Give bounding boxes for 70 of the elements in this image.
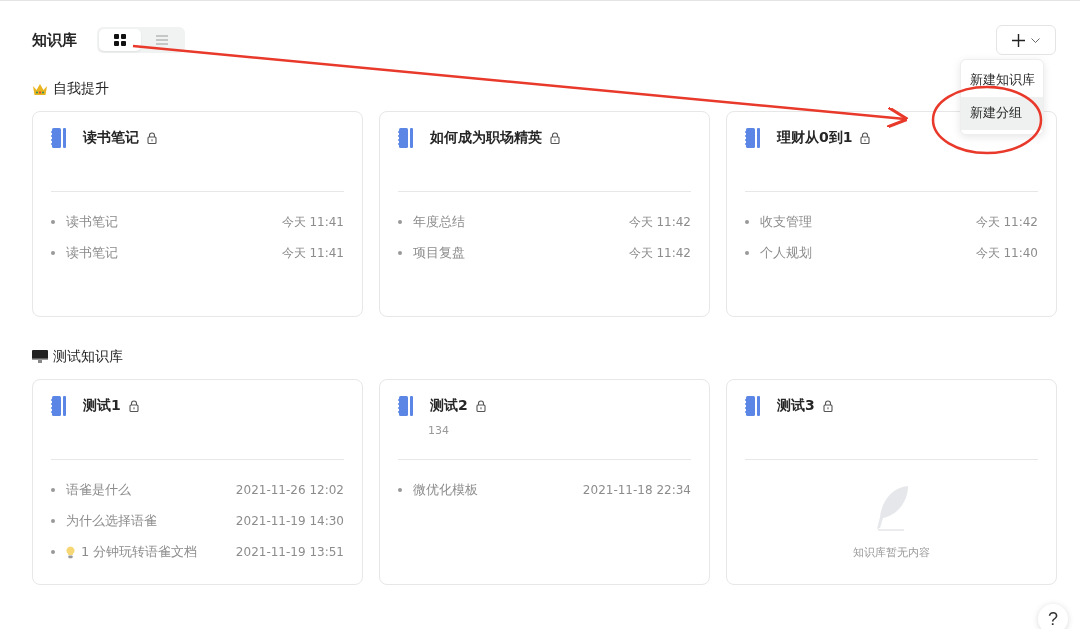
- monitor-icon: [32, 350, 48, 364]
- grid-icon: [114, 34, 126, 46]
- book-icon: [51, 128, 67, 148]
- card-title: 测试3: [777, 397, 815, 415]
- book-icon: [745, 128, 761, 148]
- document-time: 今天 11:42: [628, 244, 691, 262]
- add-button[interactable]: [996, 25, 1056, 55]
- lock-icon: [128, 400, 139, 412]
- knowledge-base-card[interactable]: 测试1 语雀是什么 2021-11-26 12:02 为什么选择语雀 2021-11-19 14:30 1 分钟玩转语雀文档 2021-11-19 13:51: [32, 379, 363, 585]
- view-toggle-button[interactable]: [99, 29, 141, 51]
- bullet-icon: [745, 251, 749, 255]
- document-time: 今天 11:41: [281, 213, 344, 231]
- group-title: 测试知识库: [53, 348, 123, 366]
- bullet-icon: [398, 488, 402, 492]
- document-link[interactable]: 个人规划: [760, 244, 812, 262]
- book-icon: [398, 128, 414, 148]
- document-link[interactable]: 读书笔记: [66, 244, 118, 262]
- lightbulb-icon: [66, 545, 75, 559]
- document-time: 2021-11-19 13:51: [235, 545, 344, 559]
- document-time: 2021-11-18 22:34: [582, 483, 691, 497]
- help-button[interactable]: ?: [1038, 604, 1068, 629]
- document-link[interactable]: 读书笔记: [66, 213, 118, 231]
- menu-item[interactable]: 新建知识库: [961, 64, 1043, 97]
- bullet-icon: [51, 488, 55, 492]
- bullet-icon: [398, 220, 402, 224]
- page-title: 知识库: [32, 30, 77, 50]
- book-icon: [398, 396, 414, 416]
- lock-icon: [475, 400, 486, 412]
- card-title: 理财从0到1: [777, 129, 853, 147]
- document-link[interactable]: 收支管理: [760, 213, 812, 231]
- lock-icon: [550, 132, 560, 144]
- document-link[interactable]: 年度总结: [413, 213, 465, 231]
- card-title: 测试1: [83, 397, 121, 415]
- book-icon: [745, 396, 761, 416]
- document-time: 2021-11-19 14:30: [235, 514, 344, 528]
- chevron-down-icon: [1031, 37, 1040, 43]
- document-time: 今天 11:42: [975, 213, 1038, 231]
- document-time: 2021-11-26 12:02: [235, 483, 344, 497]
- list-icon: [156, 35, 168, 45]
- empty-state-text: 知识库暂无内容: [853, 544, 930, 560]
- document-time: 今天 11:40: [975, 244, 1038, 262]
- lock-icon: [860, 132, 871, 144]
- document-link[interactable]: 为什么选择语雀: [66, 512, 157, 530]
- knowledge-base-card[interactable]: 读书笔记 读书笔记 今天 11:41 读书笔记 今天 11:41: [32, 111, 363, 317]
- plus-icon: [1012, 33, 1025, 47]
- document-link[interactable]: 微优化模板: [413, 481, 478, 499]
- document-link[interactable]: 1 分钟玩转语雀文档: [81, 543, 198, 561]
- bullet-icon: [398, 251, 402, 255]
- card-title: 读书笔记: [83, 129, 139, 147]
- document-time: 今天 11:42: [628, 213, 691, 231]
- bullet-icon: [51, 519, 55, 523]
- bullet-icon: [51, 220, 55, 224]
- document-link[interactable]: 项目复盘: [413, 244, 465, 262]
- knowledge-base-card[interactable]: 测试2 134 微优化模板 2021-11-18 22:34: [379, 379, 710, 585]
- group-title: 自我提升: [53, 80, 109, 98]
- bullet-icon: [745, 220, 749, 224]
- card-title: 测试2: [430, 397, 468, 415]
- document-time: 今天 11:41: [281, 244, 344, 262]
- knowledge-base-card[interactable]: 测试3 知识库暂无内容: [726, 379, 1057, 585]
- card-description: 134: [428, 424, 450, 437]
- lock-icon: [147, 132, 157, 144]
- lock-icon: [822, 400, 833, 412]
- crown-icon: [32, 82, 48, 96]
- book-icon: [51, 396, 67, 416]
- bullet-icon: [51, 251, 55, 255]
- knowledge-base-card[interactable]: 如何成为职场精英 年度总结 今天 11:42 项目复盘 今天 11:42: [379, 111, 710, 317]
- card-title: 如何成为职场精英: [430, 129, 542, 147]
- document-link[interactable]: 语雀是什么: [66, 481, 131, 499]
- menu-item[interactable]: 新建分组: [961, 97, 1043, 130]
- bullet-icon: [51, 550, 55, 554]
